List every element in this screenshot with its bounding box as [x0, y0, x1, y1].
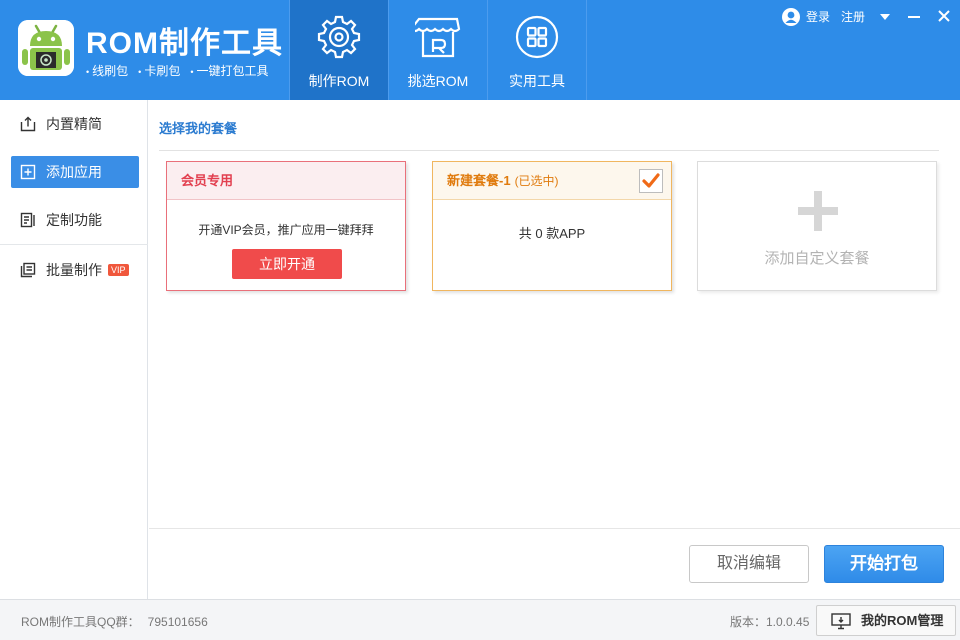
register-link[interactable]: 注册	[841, 7, 865, 27]
app-tagline: 线刷包卡刷包一键打包工具	[86, 62, 279, 79]
tab-utilities[interactable]: 实用工具	[488, 0, 586, 100]
tab-pick-rom[interactable]: 挑选ROM	[389, 0, 487, 100]
package-status: (已选中)	[514, 174, 559, 188]
vip-card-desc: 开通VIP会员，推广应用一键拜拜	[198, 223, 374, 237]
gear-icon	[317, 15, 361, 59]
title-bar: ROM制作工具 线刷包卡刷包一键打包工具 制作ROM 挑选ROM	[0, 0, 960, 100]
section-divider	[159, 150, 939, 151]
sidebar-item-label: 批量制作 VIP	[46, 254, 129, 286]
package-checkbox[interactable]	[639, 169, 663, 193]
export-icon	[20, 116, 36, 132]
qq-group-label: ROM制作工具QQ群：	[21, 615, 140, 629]
tagline-item: 线刷包	[86, 64, 128, 78]
sidebar-item-builtin-trim[interactable]: 内置精简	[11, 108, 139, 140]
version-label: 版本：1.0.0.45	[730, 615, 810, 629]
dropdown-arrow-icon[interactable]	[879, 7, 891, 27]
batch-label-text: 批量制作	[46, 262, 102, 278]
doc-settings-icon	[20, 212, 35, 228]
tab-make-rom[interactable]: 制作ROM	[290, 0, 388, 100]
tagline-item: 卡刷包	[138, 64, 180, 78]
sidebar-item-custom-features[interactable]: 定制功能	[11, 204, 139, 236]
sidebar-item-label: 内置精简	[46, 116, 102, 132]
package-name: 新建套餐-1	[447, 173, 511, 188]
checkmark-icon	[642, 173, 660, 188]
add-custom-package-card[interactable]: 添加自定义套餐	[697, 161, 937, 291]
section-title: 选择我的套餐	[159, 121, 238, 136]
user-avatar-icon[interactable]	[781, 7, 801, 27]
app-title: ROM制作工具	[86, 27, 283, 60]
store-icon	[415, 17, 461, 58]
add-box-icon	[20, 164, 36, 180]
start-packing-button[interactable]: 开始打包	[824, 545, 944, 583]
sidebar-item-label: 定制功能	[46, 212, 102, 228]
nav-divider	[586, 0, 587, 100]
sidebar-item-label: 添加应用	[46, 164, 102, 180]
my-rom-manage-label: 我的ROM管理	[861, 613, 944, 628]
monitor-icon	[831, 613, 851, 630]
vip-badge: VIP	[108, 264, 129, 276]
sidebar: 内置精简 添加应用 定制功能 批量制作 VIP	[0, 100, 148, 599]
qq-group-info: ROM制作工具QQ群： 795101656	[21, 613, 208, 630]
my-rom-manage-button[interactable]: 我的ROM管理	[816, 605, 956, 636]
sidebar-item-batch-make[interactable]: 批量制作 VIP	[11, 254, 139, 286]
cancel-edit-button[interactable]: 取消编辑	[689, 545, 809, 583]
main-panel: 选择我的套餐 会员专用 开通VIP会员，推广应用一键拜拜 立即开通 新建套餐-1…	[149, 100, 960, 599]
qq-group-number: 795101656	[147, 615, 208, 629]
close-icon[interactable]	[936, 7, 952, 27]
tab-label: 制作ROM	[308, 73, 370, 89]
add-package-label: 添加自定义套餐	[764, 250, 870, 267]
tab-label: 实用工具	[509, 73, 565, 89]
app-logo	[18, 20, 74, 76]
tab-label: 挑选ROM	[407, 73, 469, 89]
android-robot-icon	[18, 20, 74, 76]
grid-icon	[515, 15, 559, 59]
tagline-item: 一键打包工具	[190, 64, 268, 78]
sidebar-divider	[0, 244, 148, 245]
sidebar-item-add-app[interactable]: 添加应用	[11, 156, 139, 188]
minimize-icon[interactable]	[906, 7, 922, 27]
status-bar: ROM制作工具QQ群： 795101656 版本：1.0.0.45 我的ROM管理	[0, 599, 960, 640]
vip-card-title: 会员专用	[167, 162, 405, 200]
batch-icon	[20, 262, 36, 278]
activate-vip-button[interactable]: 立即开通	[232, 249, 342, 279]
action-bar-divider	[149, 528, 960, 529]
vip-card: 会员专用 开通VIP会员，推广应用一键拜拜 立即开通	[166, 161, 406, 291]
package-app-count: 共 0 款APP	[518, 226, 586, 241]
package-card[interactable]: 新建套餐-1 (已选中) 共 0 款APP	[432, 161, 672, 291]
package-card-header: 新建套餐-1 (已选中)	[433, 162, 671, 200]
login-link[interactable]: 登录	[806, 7, 830, 27]
